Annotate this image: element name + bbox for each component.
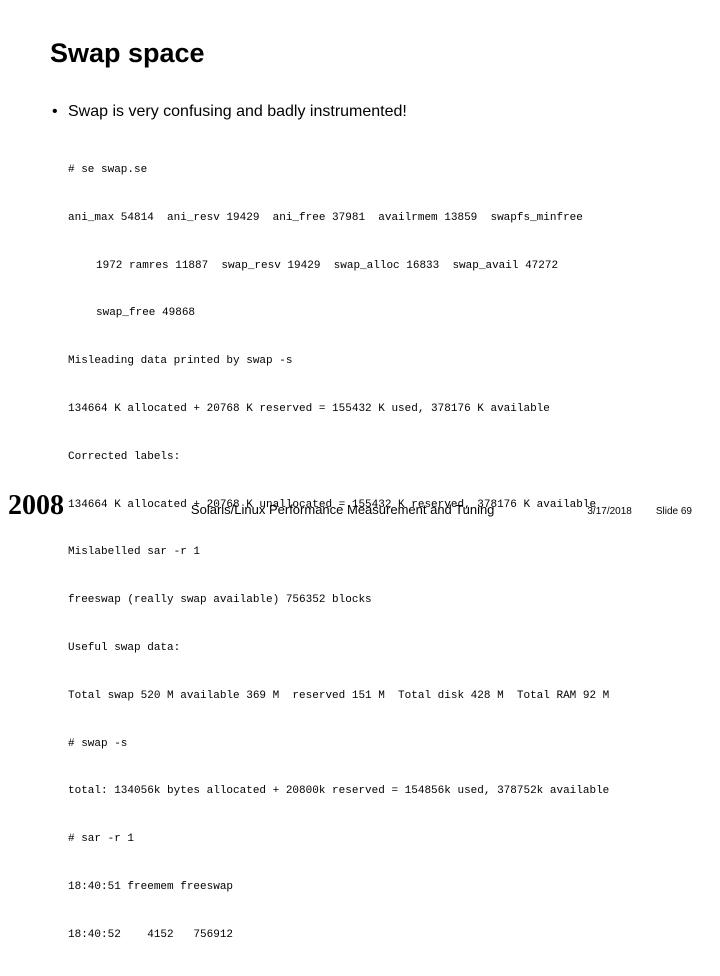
code-line: 18:40:51 freemem freeswap bbox=[68, 880, 670, 896]
code-line: 134664 K allocated + 20768 K reserved = … bbox=[68, 402, 670, 418]
slide-container: Swap space Swap is very confusing and ba… bbox=[0, 0, 720, 540]
code-line: # se swap.se bbox=[68, 163, 670, 179]
code-line: total: 134056k bytes allocated + 20800k … bbox=[68, 784, 670, 800]
code-line-wrap: swap_free 49868 bbox=[68, 306, 670, 322]
code-line: Total swap 520 M available 369 M reserve… bbox=[68, 689, 670, 705]
footer-date: 3/17/2018 bbox=[587, 506, 632, 517]
code-line: Corrected labels: bbox=[68, 450, 670, 466]
code-line: Mislabelled sar -r 1 bbox=[68, 545, 670, 561]
bullet-point: Swap is very confusing and badly instrum… bbox=[50, 103, 670, 121]
code-line: ani_max 54814 ani_resv 19429 ani_free 37… bbox=[68, 211, 670, 227]
footer-year: 2008 bbox=[8, 490, 98, 522]
code-block: # se swap.se ani_max 54814 ani_resv 1942… bbox=[50, 131, 670, 976]
code-line: # sar -r 1 bbox=[68, 832, 670, 848]
code-line: 18:40:52 4152 756912 bbox=[68, 928, 670, 944]
code-line-wrap: 1972 ramres 11887 swap_resv 19429 swap_a… bbox=[68, 259, 670, 275]
footer-title: Solaris/Linux Performance Measurement an… bbox=[98, 502, 587, 517]
slide-footer: 2008 Solaris/Linux Performance Measureme… bbox=[0, 490, 720, 522]
code-line: Misleading data printed by swap -s bbox=[68, 354, 670, 370]
code-line: # swap -s bbox=[68, 737, 670, 753]
code-line: Useful swap data: bbox=[68, 641, 670, 657]
code-line: freeswap (really swap available) 756352 … bbox=[68, 593, 670, 609]
slide-title: Swap space bbox=[50, 38, 670, 69]
footer-slide-number: Slide 69 bbox=[656, 506, 692, 517]
